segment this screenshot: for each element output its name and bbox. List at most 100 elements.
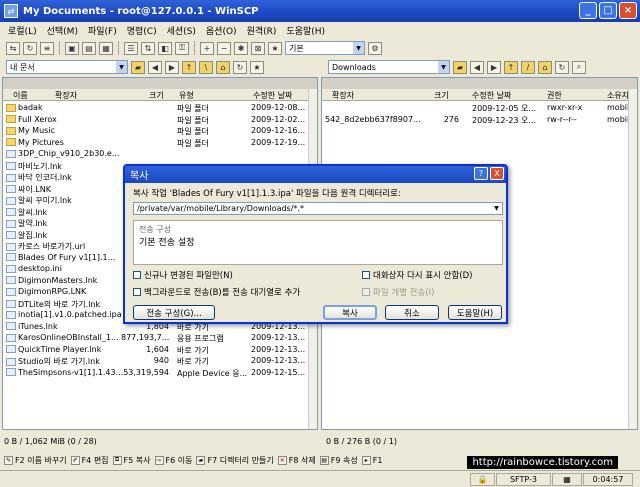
col-ext[interactable]: 확장자 <box>55 90 77 101</box>
parent-dir-icon[interactable]: ↑ <box>504 60 518 74</box>
file-icon <box>6 219 16 228</box>
col-size[interactable]: 크기 <box>434 90 449 101</box>
cancel-button[interactable]: 취소 <box>385 305 439 320</box>
table-row[interactable]: 2009-12-05 오... rwxr-xr-x mobile <box>322 102 637 114</box>
file-name: 알씨.lnk <box>18 207 48 217</box>
col-date[interactable]: 수정한 날짜 <box>253 90 292 101</box>
left-path-select[interactable]: 내 문서 ▼ <box>6 60 128 74</box>
parent-dir-icon[interactable]: ↑ <box>182 60 196 74</box>
unselect-icon[interactable]: ⊠ <box>251 41 265 55</box>
help-button[interactable]: 도움말(H) <box>448 305 502 320</box>
col-type[interactable]: 유형 <box>179 90 194 101</box>
copy-icon: ⧉ <box>112 455 122 465</box>
properties-button[interactable]: ▤ F9 속성 <box>319 455 358 466</box>
col-ext[interactable]: 확장자 <box>332 90 354 101</box>
table-row[interactable]: 3DP_Chip_v910_2b30.e... <box>3 148 317 160</box>
home-dir-icon[interactable]: ⌂ <box>216 60 230 74</box>
col-perm[interactable]: 권한 <box>547 90 562 101</box>
col-date[interactable]: 수정한 날짜 <box>472 90 511 101</box>
add-icon[interactable]: + <box>200 41 214 55</box>
file-name: TheSimpsons-v1[1].1.43... <box>18 367 124 377</box>
table-row[interactable]: Studio의 바로 가기.lnk 940 바로 가기 2009-12-13... <box>3 355 317 367</box>
file-date: 2009-12-05 오... <box>472 104 537 113</box>
queue-icon[interactable]: ☰ <box>124 41 138 55</box>
background-transfer-checkbox[interactable]: 백그라운드로 전송(B)를 전송 대기열로 추가 <box>133 286 300 298</box>
menu-help[interactable]: 도움말(H) <box>286 24 325 37</box>
copy-ok-button[interactable]: 복사 <box>323 305 377 320</box>
col-owner[interactable]: 소유자 <box>607 90 629 101</box>
mkdir-button[interactable]: ▰ F7 디렉터리 만들기 <box>196 455 274 466</box>
menu-files[interactable]: 파일(F) <box>88 24 117 37</box>
copy-button[interactable]: ⧉ F5 복사 <box>112 455 151 466</box>
minimize-button[interactable]: _ <box>579 2 597 19</box>
back-icon[interactable]: ◀ <box>470 60 484 74</box>
table-row[interactable]: TheSimpsons-v1[1].1.43... 53,319,594 Apple… <box>3 367 317 379</box>
sync-icon[interactable]: ⇆ <box>6 41 20 55</box>
forward-icon[interactable]: ▶ <box>165 60 179 74</box>
back-icon[interactable]: ◀ <box>148 60 162 74</box>
gear-icon[interactable]: ⚙ <box>368 41 382 55</box>
remove-icon[interactable]: − <box>217 41 231 55</box>
rename-button[interactable]: ✎ F2 이름 바꾸기 <box>4 455 67 466</box>
forward-icon[interactable]: ▶ <box>487 60 501 74</box>
explorer-icon[interactable]: ▦ <box>99 41 113 55</box>
console-icon[interactable]: ▤ <box>82 41 96 55</box>
right-path-select[interactable]: Downloads ▼ <box>328 60 450 74</box>
rename-icon: ✎ <box>4 455 13 465</box>
refresh-icon[interactable]: ↻ <box>233 60 247 74</box>
file-icon <box>6 253 16 261</box>
col-name[interactable]: 이름 <box>13 90 28 101</box>
table-row[interactable]: My Pictures 파일 폴더 2009-12-19... <box>3 137 317 149</box>
refresh-icon[interactable]: ↻ <box>23 41 37 55</box>
help-icon[interactable]: ? <box>474 167 488 180</box>
bookmark-icon[interactable]: ★ <box>250 60 264 74</box>
new-changed-only-checkbox[interactable]: 신규나 변경된 파일만(N) <box>133 269 233 281</box>
right-scrollbar[interactable] <box>628 89 637 429</box>
close-button[interactable]: × <box>619 2 637 19</box>
transfer-profile-select[interactable]: 기본 ▼ <box>285 41 365 55</box>
terminal-icon[interactable]: ▣ <box>65 41 79 55</box>
bookmark-icon[interactable]: ★ <box>268 41 282 55</box>
file-name: 카로스 바로가기.url <box>18 242 86 251</box>
table-row[interactable]: badak 파일 폴더 2009-12-08... <box>3 102 317 114</box>
close-icon[interactable]: X <box>490 167 504 180</box>
folder-icon[interactable]: ▰ <box>453 60 467 74</box>
select-icon[interactable]: ✱ <box>234 41 248 55</box>
compare-icon[interactable]: ≡ <box>40 41 54 55</box>
table-row[interactable]: 542_8d2ebb637f8907... 276 2009-12-23 오... r… <box>322 114 637 126</box>
file-name: DigimonMasters.lnk <box>18 275 98 285</box>
transfer-settings-button[interactable]: 전송 구성(G)... <box>133 305 215 320</box>
root-dir-icon[interactable]: / <box>521 60 535 74</box>
table-row[interactable]: Full Xerox 파일 폴더 2009-12-02... <box>3 114 317 126</box>
menu-session[interactable]: 세션(S) <box>167 24 196 37</box>
transfer-icon[interactable]: ⇅ <box>141 41 155 55</box>
f1-button[interactable]: ▸ F1 <box>361 455 382 465</box>
find-icon[interactable]: ⌕ <box>572 60 586 74</box>
refresh-icon[interactable]: ↻ <box>555 60 569 74</box>
toolbar-separator <box>194 41 195 55</box>
table-row[interactable]: KarosOnlineOBInstall_1... 877,193,7... 응용 … <box>3 332 317 344</box>
individual-transfer-checkbox[interactable]: 파일 개별 전송(I) <box>362 286 434 298</box>
menu-remote[interactable]: 원격(R) <box>247 24 277 37</box>
move-button[interactable]: ⇨ F6 이동 <box>154 455 192 466</box>
chevron-down-icon[interactable]: ▼ <box>491 203 502 214</box>
folder-icon[interactable]: ▰ <box>131 60 145 74</box>
home-dir-icon[interactable]: ⌂ <box>538 60 552 74</box>
table-row[interactable]: My Music 파일 폴더 2009-12-16... <box>3 125 317 137</box>
do-not-show-again-checkbox[interactable]: 대화상자 다시 표시 안함(D) <box>362 269 472 281</box>
root-dir-icon[interactable]: \ <box>199 60 213 74</box>
key-icon[interactable]: ⚿ <box>175 41 189 55</box>
menu-mark[interactable]: 선택(M) <box>47 24 78 37</box>
checkbox-label: 대화상자 다시 표시 안함(D) <box>373 271 473 281</box>
menu-options[interactable]: 옵션(O) <box>206 24 237 37</box>
target-directory-input[interactable]: /private/var/mobile/Library/Downloads/*.… <box>133 202 503 215</box>
col-size[interactable]: 크기 <box>149 90 164 101</box>
delete-button[interactable]: ✕ F8 삭제 <box>277 455 316 466</box>
table-row[interactable]: QuickTime Player.lnk 1,604 바로 가기 2009-12-13… <box>3 344 317 356</box>
menu-local[interactable]: 로컬(L) <box>8 24 37 37</box>
maximize-button[interactable]: □ <box>599 2 617 19</box>
session-icon[interactable]: ◧ <box>158 41 172 55</box>
menu-commands[interactable]: 명령(C) <box>127 24 157 37</box>
mkdir-label: F7 디렉터리 만들기 <box>207 455 274 465</box>
edit-button[interactable]: ✐ F4 편집 <box>70 455 109 466</box>
